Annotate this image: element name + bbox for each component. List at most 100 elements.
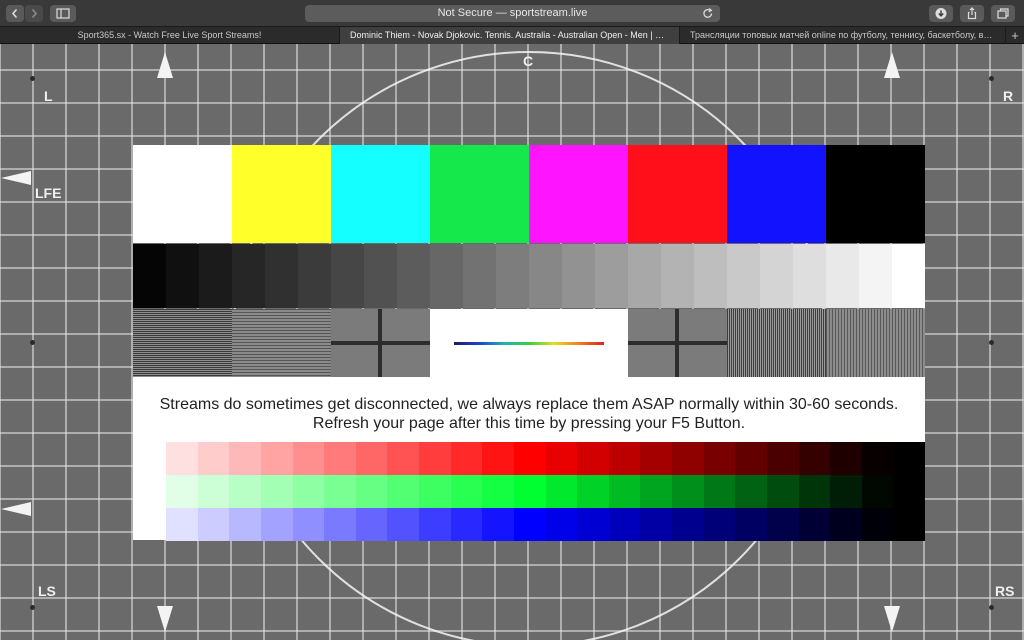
label-center: C [523,53,534,69]
ramp-step [260,442,293,475]
ramp-step [355,475,388,508]
ramp-step [355,442,388,475]
color-bar [727,145,826,243]
ramp-step [672,475,704,508]
ramp-step [672,508,704,541]
gray-step [595,244,628,308]
tab-russian-streams[interactable]: Трансляции топовых матчей online по футб… [680,27,1006,44]
message-line-2: Refresh your page after this time by pre… [312,415,746,432]
vertical-lines [826,309,925,377]
gray-step [826,244,859,308]
ramp-step [419,442,451,475]
fine-vertical-lines [727,309,826,377]
ramp-step [292,508,325,541]
ramp-step [830,508,862,541]
tab-thiem-djokovic[interactable]: Dominic Thiem - Novak Djokovic. Tennis. … [340,27,680,44]
gray-step [661,244,694,308]
gray-step [496,244,529,308]
blue-ramp [166,508,925,541]
gray-step [298,244,331,308]
browser-toolbar: Not Secure — sportstream.live [0,0,1024,27]
ramp-step [292,442,325,475]
ramp-step [260,475,293,508]
arrow-up-icon [157,52,173,78]
forward-button[interactable] [25,5,43,22]
arrow-left-icon [1,502,31,516]
ramp-step [861,475,894,508]
ramp-step [166,442,198,475]
downloads-button[interactable] [929,5,953,22]
ramp-step [387,442,419,475]
gray-step [760,244,793,308]
crosshair-block [628,309,727,377]
color-bar [331,145,430,243]
gray-step [463,244,496,308]
tab-overview-button[interactable] [991,5,1015,22]
ramp-step [229,442,261,475]
pattern-row [133,309,925,377]
ramp-step [166,475,198,508]
ramp-step [545,475,578,508]
arrow-up-icon [884,52,900,78]
spectrum-block [430,309,628,377]
tabs-overview-icon [997,8,1009,19]
gray-step [232,244,265,308]
ramp-step [229,475,261,508]
gray-step [199,244,232,308]
sidebar-button[interactable] [50,5,76,22]
ramp-step [513,475,546,508]
fine-horizontal-lines [133,309,232,377]
gray-step [265,244,298,308]
address-text: Not Secure — sportstream.live [437,7,588,19]
back-button[interactable] [6,5,24,22]
ramp-step [830,442,862,475]
label-right-surround: RS [995,583,1015,599]
ramp-step [260,508,293,541]
ramp-step [450,442,483,475]
gray-step [793,244,826,308]
ramp-step [229,508,261,541]
ramp-step [482,475,514,508]
label-lfe: LFE [35,185,62,201]
download-icon [935,8,947,19]
ramp-step [735,442,767,475]
registration-dot [30,605,35,610]
ramp-step [450,508,483,541]
tab-bar: Sport365.sx - Watch Free Live Sport Stre… [0,27,1024,44]
sidebar-icon [56,8,70,19]
ramp-step [545,442,578,475]
grayscale-steps [133,244,925,308]
arrow-down-icon [157,606,173,632]
ramp-step [766,442,799,475]
ramp-step [735,475,767,508]
ramp-step [893,475,925,508]
tab-sport365[interactable]: Sport365.sx - Watch Free Live Sport Stre… [0,27,340,44]
arrow-down-icon [884,606,900,632]
new-tab-button[interactable]: + [1006,27,1024,44]
ramp-step [798,442,831,475]
color-bar [628,145,727,243]
registration-dot [989,605,994,610]
share-button[interactable] [960,5,984,22]
color-bar [133,145,232,243]
gray-step [133,244,166,308]
ramp-step [861,442,894,475]
ramp-step [608,508,641,541]
registration-dot [989,340,994,345]
message-line-1: Streams do sometimes get disconnected, w… [159,396,899,413]
address-bar[interactable]: Not Secure — sportstream.live [305,5,720,22]
ramp-step [166,508,198,541]
ramp-step [513,442,546,475]
registration-dot [989,76,994,81]
ramp-step [197,442,230,475]
gray-step [694,244,727,308]
ramp-step [545,508,578,541]
green-ramp [166,475,925,508]
color-bar [826,145,925,243]
reload-icon[interactable] [702,7,714,20]
ramp-step [735,508,767,541]
ramp-step [577,508,609,541]
ramp-step [482,442,514,475]
gray-step [562,244,595,308]
ramp-step [672,442,704,475]
